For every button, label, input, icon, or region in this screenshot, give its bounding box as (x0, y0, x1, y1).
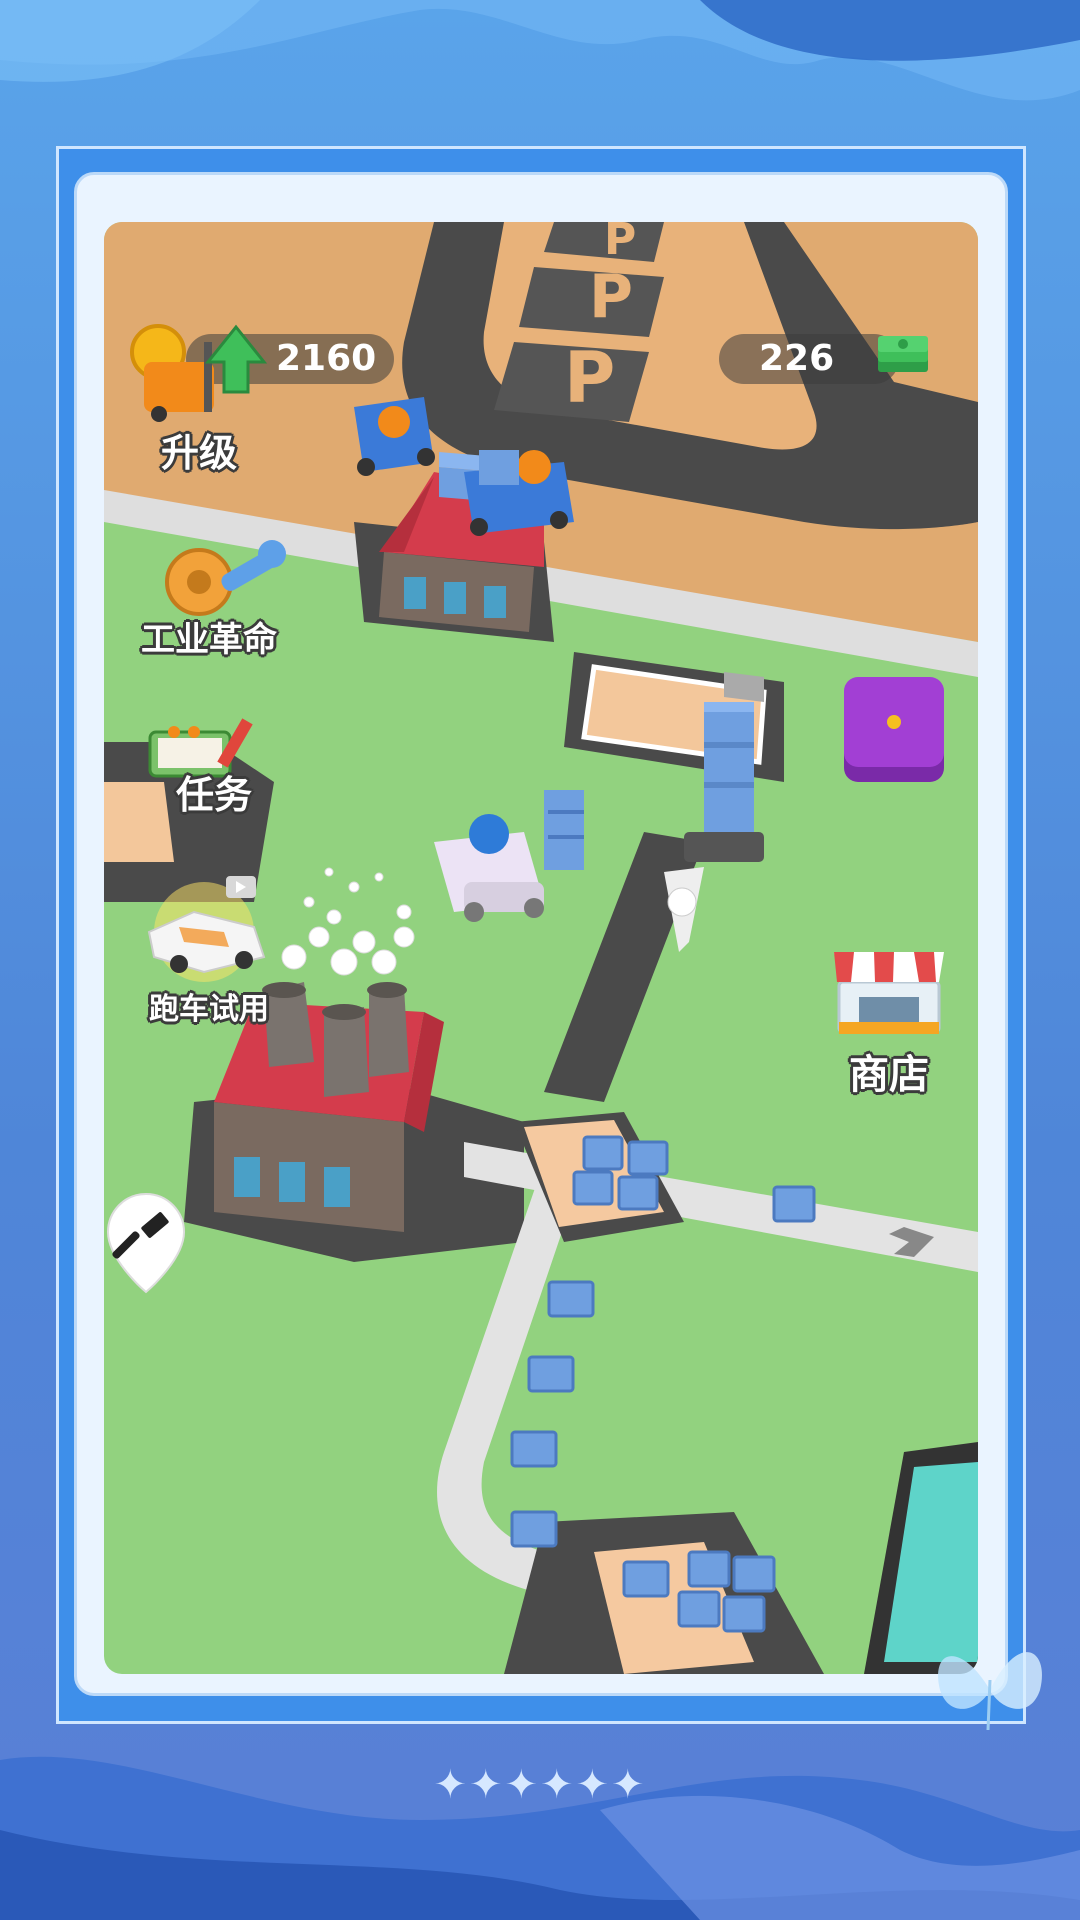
tasks-label: 任务 (175, 773, 252, 817)
worker-cart-2 (464, 450, 574, 536)
worker-cart-1 (354, 397, 435, 476)
background-wave-bottom (0, 1756, 1080, 1920)
shop-stall-icon (834, 952, 944, 1034)
industrial-revolution-button[interactable]: 工业革命 (124, 532, 294, 662)
shop-label: 商店 (849, 1052, 929, 1098)
hammer-icon (106, 1192, 186, 1294)
svg-text:P: P (589, 262, 633, 332)
upgrade-button[interactable]: 升级 (124, 322, 274, 475)
forklift-upgrade-icon (130, 324, 268, 422)
cash-value: 226 (759, 338, 835, 379)
video-ad-icon (226, 876, 256, 898)
cash-counter: 226 (719, 334, 899, 384)
gear-wrench-icon (165, 540, 286, 616)
build-button[interactable] (106, 1192, 186, 1302)
cash-stack-icon (878, 336, 928, 372)
industrial-revolution-label: 工业革命 (141, 620, 277, 660)
drill (664, 867, 704, 952)
butterfly-icon (938, 1652, 1042, 1731)
star-divider: ✦✦✦✦✦✦ (433, 1762, 647, 1808)
sports-car-trial-button[interactable]: 跑车试用 (124, 872, 294, 1032)
coins-value: 2160 (276, 338, 377, 379)
player-forklift (434, 790, 584, 922)
sports-car-trial-label: 跑车试用 (149, 992, 269, 1027)
tasks-button[interactable]: 任务 (144, 712, 274, 832)
upgrade-label: 升级 (160, 431, 237, 475)
svg-text:P: P (604, 222, 636, 265)
svg-text:P: P (564, 337, 615, 419)
game-viewport[interactable]: P P P 2160 226 升级 工业革命 任务 跑车试用 商店 (104, 222, 978, 1674)
shop-button[interactable]: 商店 (824, 942, 954, 1102)
